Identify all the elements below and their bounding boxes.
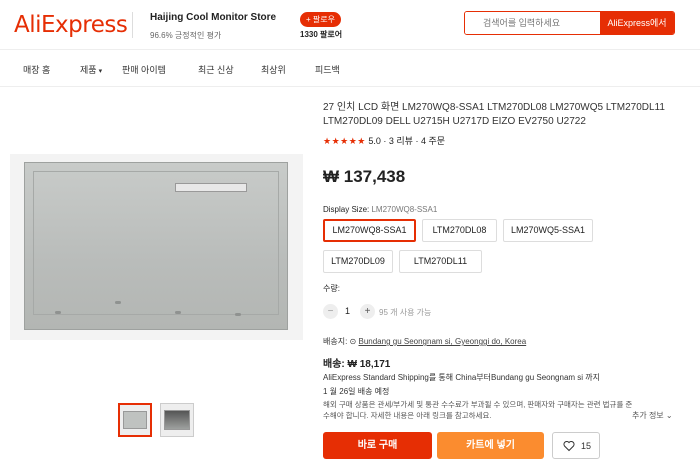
star-rating-icon: ★★★★★ [323,136,366,146]
nav-products[interactable]: 제품 ▾ [80,63,102,76]
panel-hole [235,313,241,316]
ship-to-label: 배송지: [323,337,348,346]
quantity-decrease-button[interactable]: − [323,304,338,319]
thumbnail-1[interactable] [118,403,152,437]
header: AliExpress Haijing Cool Monitor Store 96… [0,0,700,50]
option-label: Display Size: LM270WQ8-SSA1 [323,205,437,214]
option-ltm270dl11[interactable]: LTM270DL11 [399,250,482,273]
nav-store-home[interactable]: 매장 홈 [23,63,50,76]
quantity-available: 95 개 사용 가능 [379,308,432,317]
chevron-down-icon: ⌄ [665,411,673,420]
wishlist-button[interactable]: 15 [552,432,600,459]
product-title: 27 인치 LCD 화면 LM270WQ8-SSA1 LTM270DL08 LM… [323,102,665,127]
price: ₩ 137,438 [323,167,406,186]
store-name[interactable]: Haijing Cool Monitor Store [150,12,276,23]
rating-value: 5.0 [368,136,381,146]
nav-feedback[interactable]: 피드백 [315,63,340,76]
panel-hole [55,311,61,314]
nav-new-arrivals[interactable]: 최근 신상 [198,63,234,76]
option-ltm270dl09[interactable]: LTM270DL09 [323,250,393,273]
thumbnail-image [164,410,190,430]
option-lm270wq5-ssa1[interactable]: LM270WQ5-SSA1 [503,219,593,242]
panel-hole [175,311,181,314]
nav-top-selling[interactable]: 최상위 [261,63,286,76]
follower-count: 1330 팔로어 [300,30,343,39]
store-nav: 매장 홈 제품 ▾ 판매 아이템 최근 신상 최상위 피드백 [0,51,700,87]
wishlist-count: 15 [581,441,592,451]
location-pin-icon: ⊙ [349,337,357,346]
shipping-method: AliExpress Standard Shipping를 통해 China부터… [323,373,600,382]
rating-row: ★★★★★ 5.0 · 3 리뷰 · 4 주문 [323,136,446,146]
shipping-fee: 배송: ₩ 18,171 [323,359,391,370]
review-count[interactable]: 3 리뷰 [389,136,413,146]
quantity-value[interactable]: 1 [345,306,350,316]
search-box: AliExpress에서 [464,11,675,35]
order-count: 4 주문 [420,136,446,146]
quantity-label: 수량: [323,284,340,293]
product-main-image[interactable] [10,154,303,340]
add-to-cart-button[interactable]: 카트에 넣기 [437,432,544,459]
option-label-text: Display Size: [323,205,370,214]
nav-sale-items[interactable]: 판매 아이템 [122,63,166,76]
quantity-increase-button[interactable]: + [360,304,375,319]
store-rating: 96.6% 긍정적인 평가 [150,31,222,40]
search-aliexpress-button[interactable]: AliExpress에서 [600,12,674,34]
panel-sticker [175,183,247,192]
header-divider [132,12,133,38]
follow-button[interactable]: + 팔로우 [300,12,341,27]
thumbnail-image [123,411,147,429]
chevron-down-icon: ▾ [98,68,103,75]
buy-now-button[interactable]: 바로 구매 [323,432,432,459]
delivery-date: 1 월 26일 배송 예정 [323,387,390,396]
panel-hole [115,301,121,304]
more-info-link[interactable]: 추가 정보 ⌄ [632,410,673,421]
panel-frame [33,171,279,315]
nav-products-label: 제품 [80,65,97,75]
aliexpress-logo[interactable]: AliExpress [14,12,128,38]
lcd-panel-image [24,162,288,330]
more-info-label: 추가 정보 [632,411,664,420]
search-input[interactable] [465,12,601,34]
option-selected-value: LM270WQ8-SSA1 [371,205,438,214]
shipping-notice: 해외 구매 상품은 관세/부가세 및 통관 수수료가 부과될 수 있으며, 판매… [323,400,633,420]
option-lm270wq8-ssa1[interactable]: LM270WQ8-SSA1 [323,219,416,242]
heart-icon [563,440,575,452]
ship-to-location[interactable]: Bundang gu Seongnam si, Gyeonggi do, Kor… [358,337,526,346]
ship-to: 배송지: ⊙ Bundang gu Seongnam si, Gyeonggi … [323,336,526,347]
thumbnail-2[interactable] [160,403,194,437]
option-ltm270dl08[interactable]: LTM270DL08 [422,219,497,242]
